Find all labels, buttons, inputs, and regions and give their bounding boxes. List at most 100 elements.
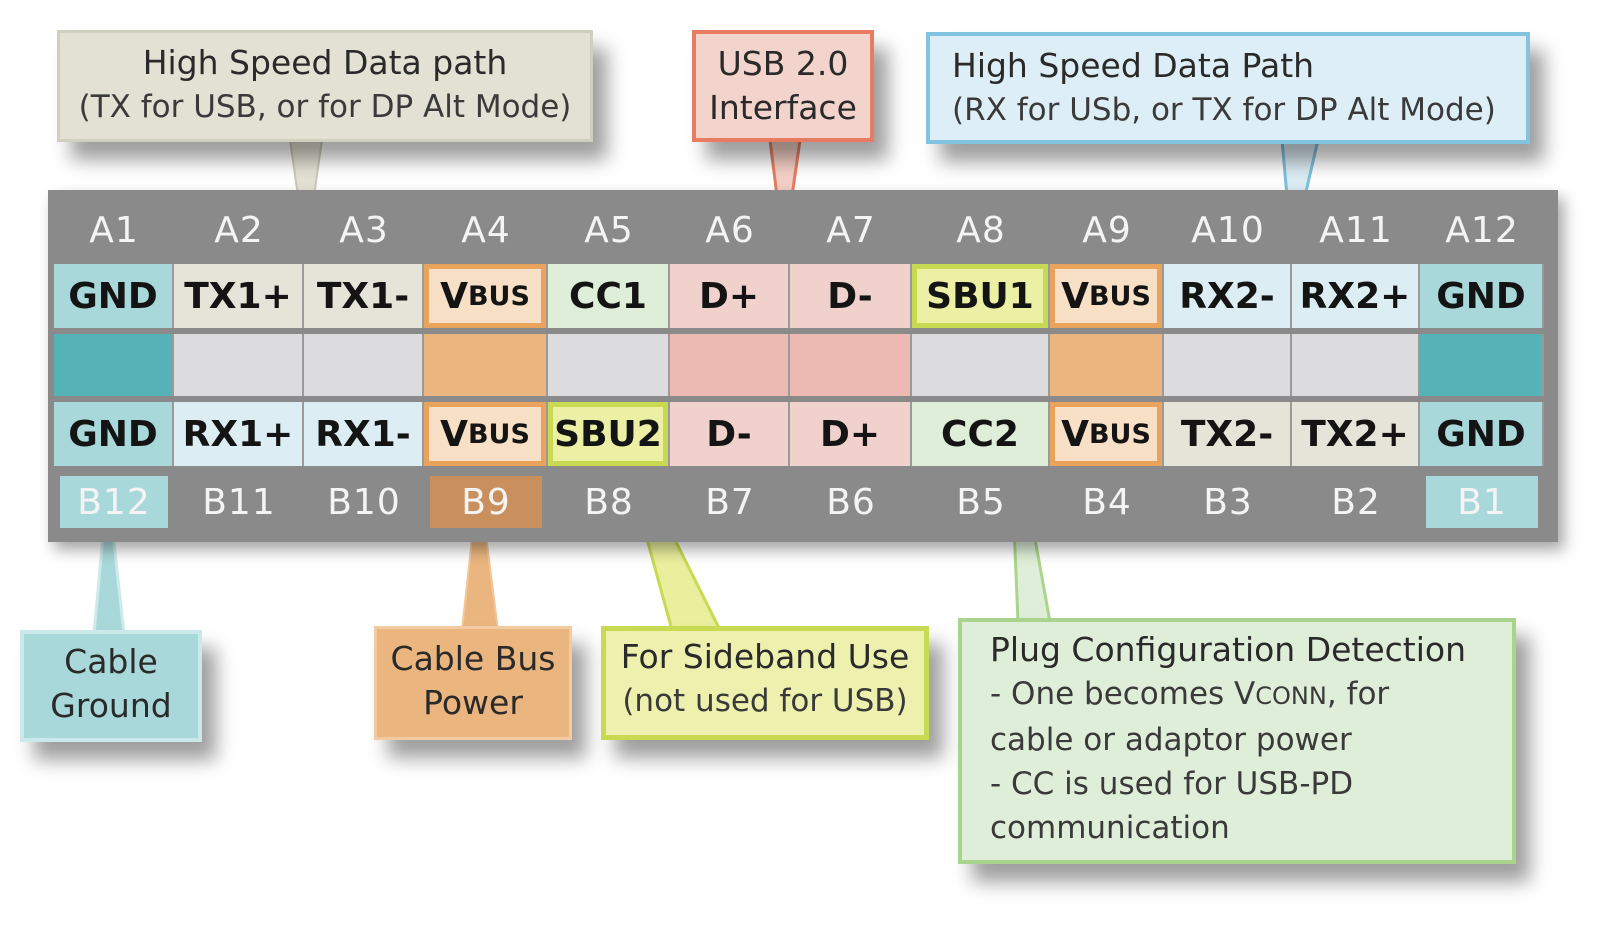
callout-line: - One becomes VCONN, for (990, 672, 1512, 718)
signal-name: D- (706, 413, 752, 455)
signal-cell-dline: D+ (670, 264, 790, 328)
signal-name: SBU1 (926, 275, 1034, 317)
signal-name: SBU2 (554, 413, 662, 455)
callout-title: For Sideband Use (620, 637, 910, 676)
signal-cell-rx: RX1- (304, 402, 424, 466)
callout-line: USB 2.0 (717, 44, 849, 83)
signal-cell-tx: TX2- (1164, 402, 1292, 466)
pin-label-a3: A3 (339, 209, 389, 251)
signal-cell-cc: CC2 (912, 402, 1050, 466)
signal-cell-gnd: GND (1420, 264, 1544, 328)
pin-label-a6: A6 (705, 209, 755, 251)
pin-label-a1: A1 (89, 209, 139, 251)
contact-dline (670, 334, 790, 396)
signal-name: RX2+ (1299, 275, 1411, 317)
callout-line: - CC is used for USB-PD (990, 766, 1354, 802)
signal-cell-gnd: GND (1420, 402, 1544, 466)
signal-cell-gnd: GND (54, 402, 174, 466)
signal-cell-vbus: V BUS (1050, 264, 1164, 328)
pin-label-b2: B2 (1331, 481, 1381, 523)
signal-name: RX1- (315, 413, 411, 455)
signal-cell-cc: CC1 (548, 264, 670, 328)
signal-name: GND (68, 413, 158, 455)
contact-gnd (1420, 334, 1544, 396)
contact-tx (304, 334, 424, 396)
pin-label-b6: B6 (826, 481, 876, 523)
pin-label-b10: B10 (327, 481, 401, 523)
signal-subscript: BUS (1088, 418, 1151, 450)
signal-name: D+ (698, 275, 760, 317)
callout-subtitle: (TX for USB, or for DP Alt Mode) (78, 89, 572, 125)
vconn-suffix: , for (1326, 676, 1390, 712)
callout-cable-ground: Cable Ground (20, 630, 202, 742)
contact-sbu (912, 334, 1050, 396)
top-pin-labels: A1 A2 A3 A4 A5 A6 A7 A8 A9 A10 A11 A12 (54, 204, 1554, 256)
bottom-pin-labels: B12 B11 B10 B9 B8 B7 B6 B5 B4 B3 B2 B1 (54, 476, 1554, 528)
pin-label-b12: B12 (60, 476, 168, 528)
callout-title: High Speed Data path (142, 43, 508, 82)
pin-label-b1: B1 (1426, 476, 1538, 528)
signal-cell-tx: TX2+ (1292, 402, 1420, 466)
pin-label-b4: B4 (1082, 481, 1132, 523)
usb-c-connector-pinout: A1 A2 A3 A4 A5 A6 A7 A8 A9 A10 A11 A12 GND TX1+ TX1- V… (48, 190, 1558, 542)
signal-cell-dline: D- (670, 402, 790, 466)
signal-name: RX1+ (182, 413, 294, 455)
callout-line: cable or adaptor power (990, 722, 1352, 758)
signal-name: V (1061, 413, 1089, 455)
signal-cell-sbu: SBU2 (548, 402, 670, 466)
signal-cell-dline: D+ (790, 402, 912, 466)
pin-label-b9: B9 (430, 476, 542, 528)
callout-usb2-interface: USB 2.0 Interface (692, 30, 874, 142)
vconn-prefix: - One becomes V (990, 676, 1256, 712)
signal-cell-tx: TX1- (304, 264, 424, 328)
signal-cell-gnd: GND (54, 264, 174, 328)
callout-subtitle: (RX for USb, or TX for DP Alt Mode) (952, 92, 1496, 128)
signal-cell-rx: RX2- (1164, 264, 1292, 328)
contact-vbus (1050, 334, 1164, 396)
signal-name: V (1061, 275, 1089, 317)
signal-cell-sbu: SBU1 (912, 264, 1050, 328)
signal-cell-rx: RX2+ (1292, 264, 1420, 328)
contact-gnd (54, 334, 174, 396)
signal-name: V (440, 275, 468, 317)
pin-label-a11: A11 (1319, 209, 1393, 251)
signal-name: D+ (819, 413, 881, 455)
callout-high-speed-rx: High Speed Data Path (RX for USb, or TX … (926, 32, 1530, 144)
callout-plug-configuration: Plug Configuration Detection - One becom… (958, 618, 1516, 864)
signal-name: RX2- (1179, 275, 1275, 317)
pin-label-a10: A10 (1191, 209, 1265, 251)
contact-rx (1164, 334, 1292, 396)
callout-title: High Speed Data Path (952, 46, 1315, 85)
callout-title: Plug Configuration Detection (990, 630, 1467, 669)
signal-subscript: BUS (467, 280, 530, 312)
signal-cell-tx: TX1+ (174, 264, 304, 328)
signal-name: TX1+ (184, 275, 292, 317)
signal-name: CC2 (941, 413, 1019, 455)
callout-subtitle: (not used for USB) (622, 683, 908, 719)
signal-name: GND (68, 275, 158, 317)
signal-subscript: BUS (1088, 280, 1151, 312)
pin-label-a4: A4 (461, 209, 511, 251)
signal-name: TX2+ (1301, 413, 1409, 455)
signal-name: GND (1436, 275, 1526, 317)
vconn-subscript: CONN (1255, 682, 1327, 710)
signal-cell-vbus: V BUS (424, 264, 548, 328)
signal-subscript: BUS (467, 418, 530, 450)
signal-name: V (440, 413, 468, 455)
signal-name: GND (1436, 413, 1526, 455)
pin-label-a2: A2 (214, 209, 264, 251)
pin-label-a5: A5 (584, 209, 634, 251)
callout-line: Ground (50, 686, 172, 725)
signal-cell-vbus: V BUS (1050, 402, 1164, 466)
pin-label-b7: B7 (705, 481, 755, 523)
contact-color-row (54, 334, 1554, 396)
top-signal-row: GND TX1+ TX1- V BUS CC1 D+ D- SBU1 V BUS RX2- RX2+ GN… (54, 264, 1554, 328)
bottom-signal-row: GND RX1+ RX1- V BUS SBU2 D- D+ CC2 V BUS TX2- TX2+ GN… (54, 402, 1554, 466)
pin-label-a8: A8 (956, 209, 1006, 251)
callout-high-speed-tx: High Speed Data path (TX for USB, or for… (57, 30, 593, 142)
signal-cell-rx: RX1+ (174, 402, 304, 466)
pin-label-b8: B8 (584, 481, 634, 523)
signal-cell-dline: D- (790, 264, 912, 328)
contact-rx (1292, 334, 1420, 396)
signal-cell-vbus: V BUS (424, 402, 548, 466)
